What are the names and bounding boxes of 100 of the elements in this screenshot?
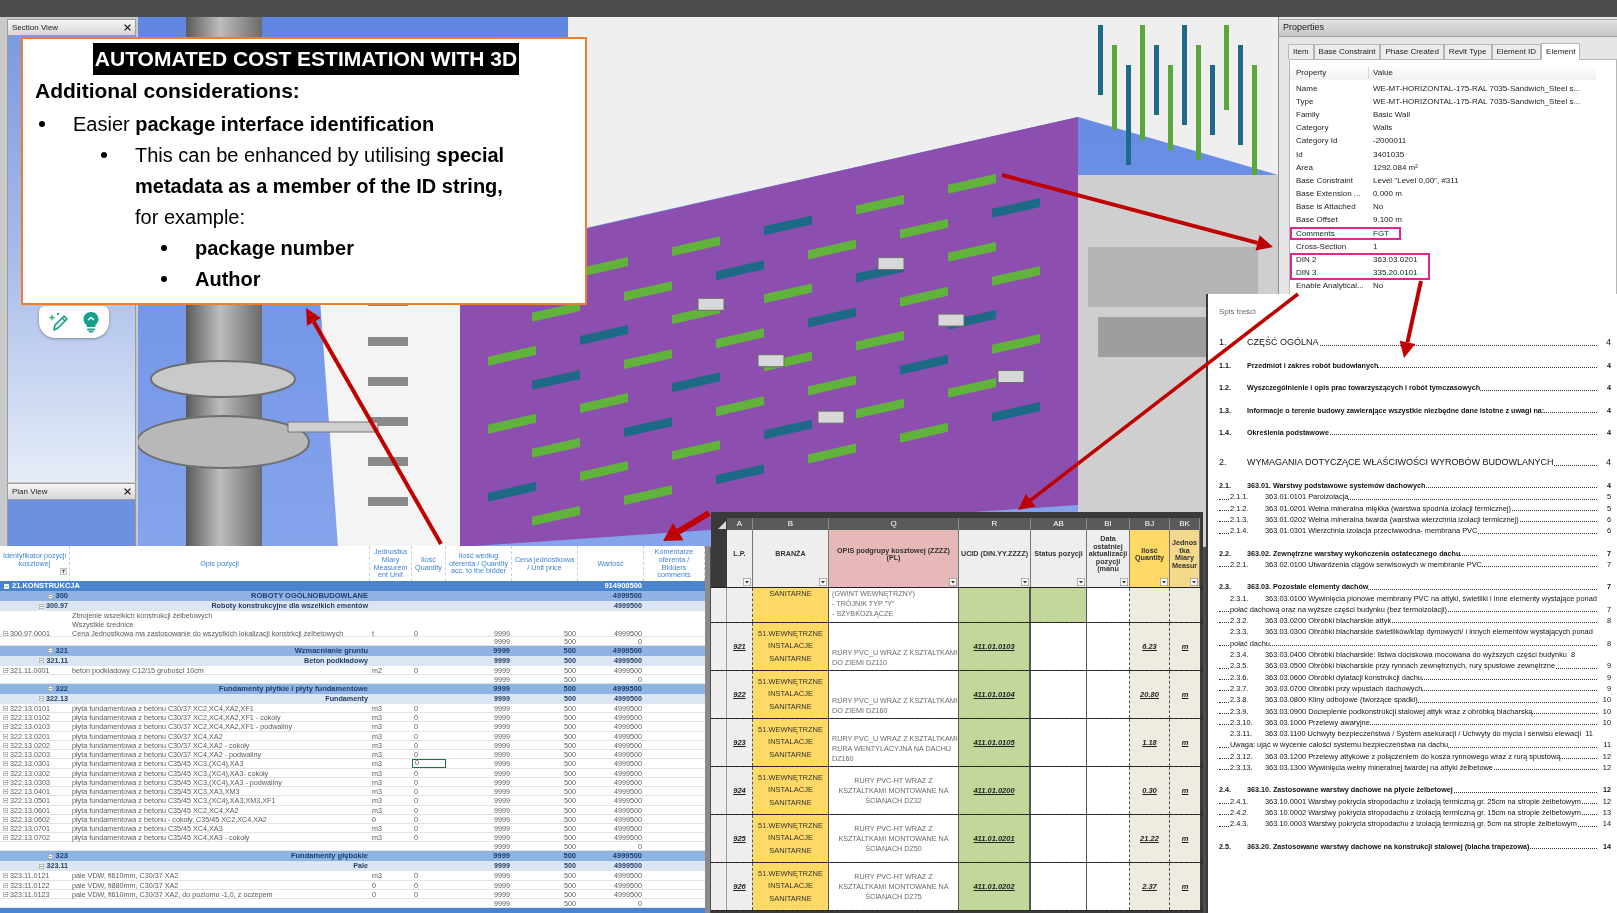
column-letter[interactable]: R [959, 518, 1031, 530]
collapse-icon[interactable] [3, 873, 8, 879]
property-name: Cross-Section [1295, 240, 1348, 253]
dropdown-icon[interactable] [1077, 578, 1085, 586]
bullet-icon [39, 121, 45, 127]
collapse-icon[interactable] [48, 686, 54, 692]
property-value: -2000011 [1372, 135, 1408, 148]
collapse-icon[interactable] [3, 705, 8, 711]
row-header[interactable] [711, 588, 727, 622]
collapse-icon[interactable] [39, 658, 45, 664]
property-name: Type [1295, 95, 1315, 108]
property-name: Base Offset [1295, 214, 1339, 227]
pencil-sparkle-icon[interactable] [48, 311, 70, 333]
property-value: Walls [1372, 122, 1394, 135]
property-name: Family [1295, 108, 1321, 121]
table-cell [1087, 588, 1130, 622]
row-header[interactable] [711, 815, 727, 862]
collapse-icon[interactable] [3, 807, 8, 813]
property-value: 1292.084 m² [1372, 161, 1419, 174]
bullet-icon [161, 245, 167, 251]
tab[interactable]: Element ID [1491, 44, 1542, 59]
table-cell [1087, 671, 1130, 718]
property-value: 0.000 m [1372, 188, 1403, 201]
collapse-icon[interactable] [3, 631, 8, 636]
dropdown-icon[interactable] [1120, 578, 1128, 586]
property-value: 335.20.0101 [1372, 267, 1419, 280]
tab[interactable]: Base Constraint [1313, 44, 1381, 59]
dropdown-icon[interactable] [1160, 578, 1168, 586]
collapse-icon[interactable] [3, 891, 8, 897]
annotation-arrow [663, 510, 711, 541]
collapse-icon[interactable] [48, 593, 54, 599]
column-letter[interactable]: B [753, 518, 829, 530]
collapse-icon[interactable] [3, 667, 8, 673]
property-value: 363.03.0201 [1372, 254, 1419, 267]
dropdown-icon[interactable] [1021, 578, 1029, 586]
row-header[interactable] [711, 863, 727, 910]
slide-title: AUTOMATED COST ESTIMATION WITH 3D [92, 43, 520, 75]
property-name: Base Extension ... [1295, 188, 1362, 201]
close-icon[interactable] [124, 488, 131, 495]
tab[interactable]: Revit Type [1443, 44, 1492, 59]
property-value: WE-MT-HORIZONTAL-175-RAL 7035-Sandwich_Steel s... [1372, 82, 1582, 95]
bullet-text: Author [195, 267, 261, 292]
property-name: Id [1295, 148, 1304, 161]
dropdown-icon[interactable] [743, 578, 751, 586]
collapse-icon[interactable] [3, 761, 8, 767]
collapse-icon[interactable] [3, 715, 8, 721]
property-value: Level "Level 0,00", #311 [1372, 174, 1460, 187]
lightbulb-icon[interactable] [82, 311, 100, 333]
property-name: Category Id [1295, 135, 1339, 148]
property-value: No [1372, 201, 1385, 214]
property-value: 3401035 [1372, 148, 1406, 161]
close-icon[interactable] [124, 24, 131, 31]
tab[interactable]: Phase Created [1380, 44, 1444, 59]
dropdown-icon[interactable] [1190, 578, 1198, 586]
row-header[interactable] [711, 719, 727, 766]
table-cell [1130, 588, 1170, 622]
column-letter[interactable]: BJ [1130, 518, 1170, 530]
table-cell [1087, 815, 1130, 862]
collapse-icon[interactable] [3, 825, 8, 831]
collapse-icon[interactable] [3, 742, 8, 748]
collapse-icon[interactable] [3, 882, 8, 888]
collapse-icon[interactable] [3, 779, 8, 785]
collapse-icon[interactable] [48, 648, 54, 654]
property-value: FGT [1372, 227, 1390, 240]
row-header[interactable] [711, 767, 727, 814]
table-cell [1170, 588, 1200, 622]
dropdown-icon[interactable] [949, 578, 957, 586]
property-name: Comments [1295, 227, 1336, 240]
column-letter[interactable]: AB [1031, 518, 1087, 530]
property-name: Enable Analytical... [1295, 280, 1365, 293]
tab[interactable]: Item [1288, 44, 1314, 59]
collapse-icon[interactable] [48, 853, 54, 859]
collapse-icon[interactable] [3, 733, 8, 739]
collapse-icon[interactable] [3, 816, 8, 822]
collapse-icon[interactable] [39, 603, 44, 609]
property-name: Base is Attached [1295, 201, 1357, 214]
row-header[interactable] [711, 671, 727, 718]
column-letter[interactable]: A [727, 518, 753, 530]
column-letter[interactable]: BI [1087, 518, 1130, 530]
collapse-icon[interactable] [3, 798, 8, 804]
tab[interactable]: Element [1541, 43, 1581, 60]
panel-title: Properties [1283, 21, 1325, 35]
collapse-icon[interactable] [39, 863, 45, 869]
collapse-icon[interactable] [3, 789, 8, 795]
toc-title: CZĘŚĆ OGÓLNA [1247, 337, 1319, 347]
column-letter[interactable]: Q [829, 518, 959, 530]
bullet-icon [101, 152, 107, 158]
collapse-icon[interactable] [39, 696, 44, 702]
toc-title: WYMAGANIA DOTYCZĄCE WŁAŚCIWOŚCI WYROBÓW BUDOWLANYCH [1247, 457, 1554, 468]
filter-icon[interactable] [60, 567, 67, 575]
collapse-icon[interactable] [3, 770, 8, 776]
collapse-icon[interactable] [3, 752, 8, 758]
collapse-icon[interactable] [3, 835, 8, 841]
table-cell [1087, 863, 1130, 910]
column-letter[interactable]: BK [1170, 518, 1200, 530]
dropdown-icon[interactable] [819, 578, 827, 586]
select-all-icon[interactable] [718, 521, 726, 529]
row-header[interactable] [711, 623, 727, 670]
collapse-icon[interactable] [3, 724, 8, 730]
column-header: Value [1372, 66, 1393, 79]
